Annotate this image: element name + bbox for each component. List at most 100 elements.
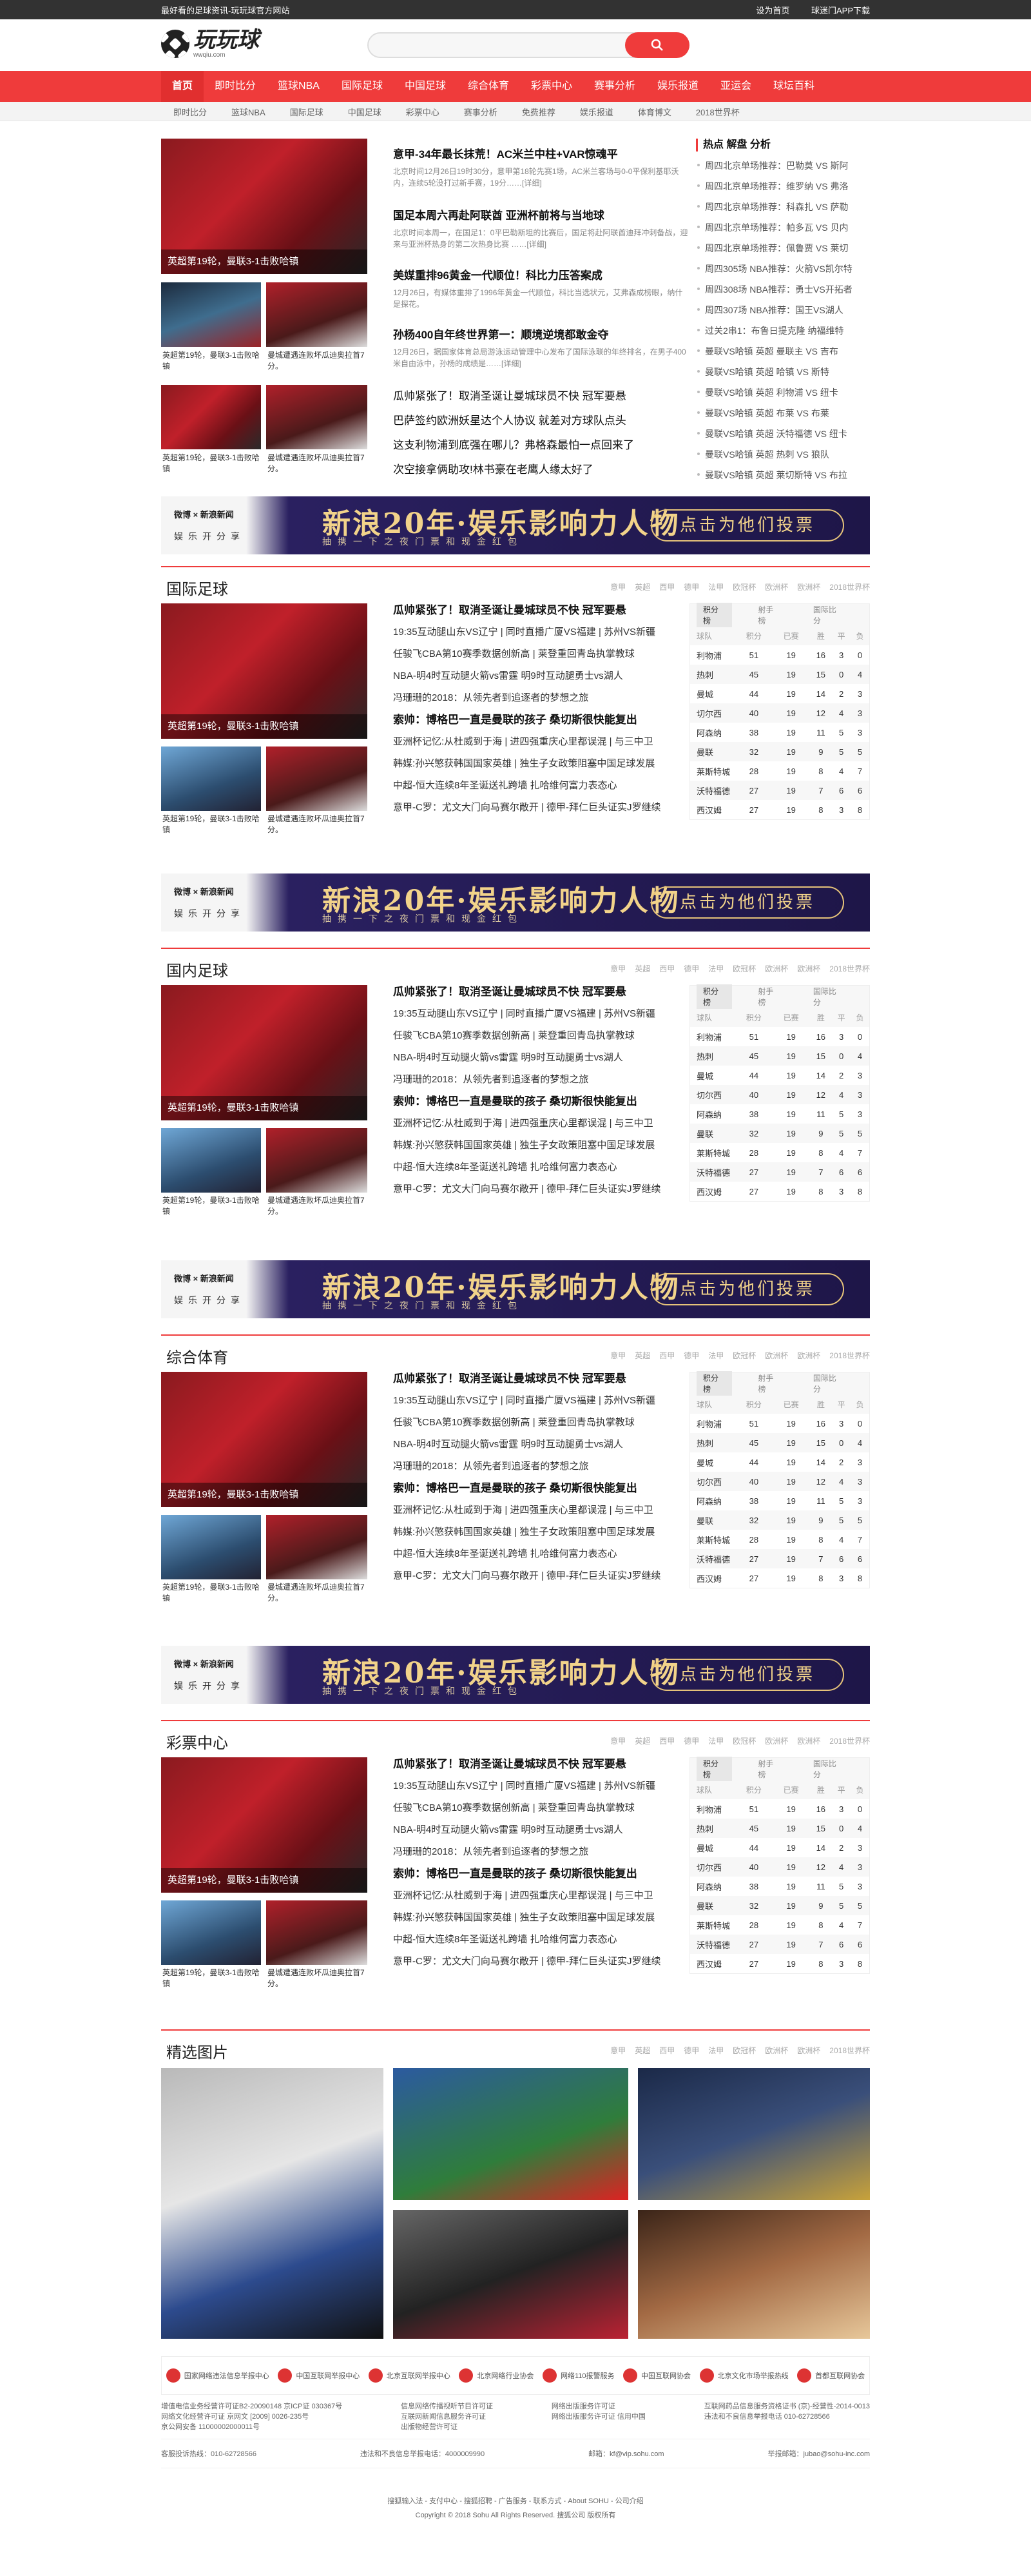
tab-standings[interactable]: 积分榜 bbox=[697, 603, 733, 627]
section-tag-link[interactable]: 欧洲杯 bbox=[797, 583, 820, 592]
section-main-photo[interactable]: 英超第19轮，曼联3-1击败哈镇 bbox=[161, 603, 367, 739]
news-link[interactable]: 任骏飞CBA第10赛季数据创新高 | 莱登重回青岛执掌教球 bbox=[393, 1797, 689, 1819]
section-tag-link[interactable]: 2018世界杯 bbox=[829, 583, 870, 592]
thumb-photo[interactable] bbox=[161, 282, 261, 347]
section-tag-link[interactable]: 西甲 bbox=[659, 2046, 675, 2055]
thumb-photo[interactable] bbox=[161, 1515, 261, 1579]
thumb-photo[interactable] bbox=[161, 1900, 261, 1965]
news-link[interactable]: 任骏飞CBA第10赛季数据创新高 | 莱登重回青岛执掌教球 bbox=[393, 1025, 689, 1047]
hot-list-item[interactable]: 周四北京单场推荐：帕多瓦 VS 贝内 bbox=[696, 221, 870, 234]
promo-banner[interactable]: 微博 × 新浪新闻 娱乐开分享 新浪20年·娱乐影响力人物 抽携一下之夜门票和现金红包… bbox=[161, 496, 870, 554]
table-row[interactable]: 莱斯特城 28 19 8 4 7 bbox=[690, 1143, 869, 1162]
section-main-photo[interactable]: 英超第19轮，曼联3-1击败哈镇 bbox=[161, 1372, 367, 1507]
gallery-photo[interactable] bbox=[638, 2068, 870, 2200]
nav-item[interactable]: 娱乐报道 bbox=[646, 71, 709, 102]
tab-scores[interactable]: 国际比分 bbox=[807, 1757, 850, 1781]
footer-logo[interactable]: 中国互联网协会 bbox=[623, 2368, 691, 2383]
app-download-link[interactable]: 球迷门APP下载 bbox=[811, 6, 870, 15]
news-link[interactable]: 韩媒:孙兴慜获韩国国家英雄 | 独生子女政策阻塞中国足球发展 bbox=[393, 1135, 689, 1156]
thumb-photo[interactable] bbox=[266, 282, 367, 347]
tab-scorers[interactable]: 射手榜 bbox=[751, 984, 787, 1009]
site-logo[interactable]: 玩玩球 wwqiu.com bbox=[161, 28, 259, 59]
news-link[interactable]: 意甲-C罗：尤文大门向马赛尔敞开 | 德甲-拜仁巨头证实J罗继续 bbox=[393, 1565, 689, 1587]
hot-list-item[interactable]: 曼联VS哈镇 英超 利物浦 VS 纽卡 bbox=[696, 386, 870, 399]
news-link[interactable]: 冯珊珊的2018：从领先者到追逐者的梦想之旅 bbox=[393, 1456, 689, 1478]
footer-logo[interactable]: 北京网络行业协会 bbox=[459, 2368, 534, 2383]
nav-item[interactable]: 球坛百科 bbox=[762, 71, 825, 102]
news-link[interactable]: 冯珊珊的2018：从领先者到追逐者的梦想之旅 bbox=[393, 1841, 689, 1863]
section-tag-link[interactable]: 德甲 bbox=[684, 964, 699, 973]
news-link[interactable]: 索帅：博格巴一直是曼联的孩子 桑切斯很快能复出 bbox=[393, 1863, 689, 1885]
tab-scorers[interactable]: 射手榜 bbox=[751, 603, 787, 627]
news-link[interactable]: 冯珊珊的2018：从领先者到追逐者的梦想之旅 bbox=[393, 1069, 689, 1091]
section-tag-link[interactable]: 意甲 bbox=[610, 964, 626, 973]
hot-list-item[interactable]: 曼联VS哈镇 英超 哈镇 VS 斯特 bbox=[696, 366, 870, 378]
news-link[interactable]: 索帅：博格巴一直是曼联的孩子 桑切斯很快能复出 bbox=[393, 1478, 689, 1499]
headline-3[interactable]: 美媒重排96黄金一代顺位！科比力压答案成 bbox=[393, 266, 602, 282]
table-row[interactable]: 切尔西 40 19 12 4 3 bbox=[690, 1857, 869, 1877]
promo-banner[interactable]: 微博 × 新浪新闻 娱乐开分享 新浪20年·娱乐影响力人物 抽携一下之夜门票和现金红包… bbox=[161, 1260, 870, 1318]
section-tag-link[interactable]: 英超 bbox=[635, 1351, 650, 1360]
table-row[interactable]: 西汉姆 27 19 8 3 8 bbox=[690, 1568, 869, 1588]
section-main-photo[interactable]: 英超第19轮，曼联3-1击败哈镇 bbox=[161, 985, 367, 1120]
section-tag-link[interactable]: 英超 bbox=[635, 583, 650, 592]
table-row[interactable]: 切尔西 40 19 12 4 3 bbox=[690, 1472, 869, 1491]
news-link[interactable]: 瓜帅紧张了！取消圣诞让曼城球员不快 冠军要悬 bbox=[393, 981, 689, 1003]
footer-logo[interactable]: 北京文化市场举报热线 bbox=[699, 2368, 789, 2383]
subnav-item[interactable]: 篮球NBA bbox=[231, 106, 265, 118]
table-row[interactable]: 阿森纳 38 19 11 5 3 bbox=[690, 1491, 869, 1510]
table-row[interactable]: 热刺 45 19 15 0 4 bbox=[690, 1433, 869, 1452]
section-tag-link[interactable]: 德甲 bbox=[684, 2046, 699, 2055]
vote-button[interactable]: 点击为他们投票 bbox=[651, 1273, 844, 1305]
hot-list-item[interactable]: 曼联VS哈镇 英超 沃特福德 VS 纽卡 bbox=[696, 427, 870, 440]
vote-button[interactable]: 点击为他们投票 bbox=[651, 886, 844, 919]
subnav-item[interactable]: 娱乐报道 bbox=[580, 106, 613, 118]
subnav-item[interactable]: 彩票中心 bbox=[406, 106, 439, 118]
section-tag-link[interactable]: 2018世界杯 bbox=[829, 1351, 870, 1360]
subnav-item[interactable]: 即时比分 bbox=[173, 106, 207, 118]
news-link[interactable]: 意甲-C罗：尤文大门向马赛尔敞开 | 德甲-拜仁巨头证实J罗继续 bbox=[393, 1951, 689, 1973]
hot-list-item[interactable]: 周四北京单场推荐：佩鲁贾 VS 莱切 bbox=[696, 242, 870, 255]
news-link[interactable]: NBA-明4时互动腿火箭vs雷霆 明9时互动腿勇士vs湖人 bbox=[393, 1047, 689, 1069]
section-tag-link[interactable]: 法甲 bbox=[708, 964, 724, 973]
subnav-item[interactable]: 中国足球 bbox=[348, 106, 381, 118]
search-input[interactable] bbox=[369, 34, 613, 57]
section-tag-link[interactable]: 英超 bbox=[635, 964, 650, 973]
section-tag-link[interactable]: 法甲 bbox=[708, 1351, 724, 1360]
section-tag-link[interactable]: 德甲 bbox=[684, 1737, 699, 1746]
thumb-photo[interactable] bbox=[266, 1515, 367, 1579]
table-row[interactable]: 莱斯特城 28 19 8 4 7 bbox=[690, 1915, 869, 1935]
tab-scorers[interactable]: 射手榜 bbox=[751, 1371, 787, 1396]
table-row[interactable]: 曼城 44 19 14 2 3 bbox=[690, 684, 869, 703]
news-link[interactable]: NBA-明4时互动腿火箭vs雷霆 明9时互动腿勇士vs湖人 bbox=[393, 665, 689, 687]
headline-1[interactable]: 意甲-34年最长抹荒！AC米兰中柱+VAR惊魂平 bbox=[393, 145, 618, 161]
subnav-item[interactable]: 赛事分析 bbox=[464, 106, 497, 118]
nav-item[interactable]: 彩票中心 bbox=[520, 71, 583, 102]
headline-2[interactable]: 国足本周六再赴阿联酋 亚洲杯前将与当地球 bbox=[393, 206, 604, 222]
news-link[interactable]: 任骏飞CBA第10赛季数据创新高 | 莱登重回青岛执掌教球 bbox=[393, 643, 689, 665]
headline-4[interactable]: 孙杨400自年终世界第一：顺境逆境都敢金夺 bbox=[393, 326, 608, 342]
section-tag-link[interactable]: 西甲 bbox=[659, 1351, 675, 1360]
news-link[interactable]: 亚洲杯记忆:从杜威到于海 | 进四强重庆心里都误混 | 与三中卫 bbox=[393, 731, 689, 753]
section-tag-link[interactable]: 欧洲杯 bbox=[765, 2046, 788, 2055]
table-row[interactable]: 切尔西 40 19 12 4 3 bbox=[690, 1085, 869, 1104]
main-photo[interactable]: 英超第19轮，曼联3-1击败哈镇 bbox=[161, 139, 367, 274]
service-mail[interactable]: 邮箱：kf@vip.sohu.com bbox=[588, 2448, 664, 2459]
news-link[interactable]: 瓜帅紧张了！取消圣诞让曼城球员不快 冠军要悬 bbox=[393, 387, 626, 403]
section-tag-link[interactable]: 意甲 bbox=[610, 2046, 626, 2055]
news-link[interactable]: 任骏飞CBA第10赛季数据创新高 | 莱登重回青岛执掌教球 bbox=[393, 1412, 689, 1434]
section-tag-link[interactable]: 欧冠杯 bbox=[733, 1737, 756, 1746]
nav-item[interactable]: 首页 bbox=[161, 71, 204, 102]
table-row[interactable]: 阿森纳 38 19 11 5 3 bbox=[690, 1104, 869, 1124]
news-link[interactable]: 中超-恒大连续8年圣诞送礼跨墙 扎哈维何富力表态心 bbox=[393, 775, 689, 797]
hot-list-item[interactable]: 曼联VS哈镇 英超 布莱 VS 布莱 bbox=[696, 407, 870, 420]
gallery-photo[interactable] bbox=[393, 2210, 628, 2339]
news-link[interactable]: 意甲-C罗：尤文大门向马赛尔敞开 | 德甲-拜仁巨头证实J罗继续 bbox=[393, 1178, 689, 1200]
subnav-item[interactable]: 2018世界杯 bbox=[696, 106, 740, 118]
news-link[interactable]: 冯珊珊的2018：从领先者到追逐者的梦想之旅 bbox=[393, 687, 689, 709]
footer-logo[interactable]: 中国互联网举报中心 bbox=[278, 2368, 360, 2383]
news-link[interactable]: NBA-明4时互动腿火箭vs雷霆 明9时互动腿勇士vs湖人 bbox=[393, 1434, 689, 1456]
section-tag-link[interactable]: 欧洲杯 bbox=[765, 1737, 788, 1746]
section-tag-link[interactable]: 欧冠杯 bbox=[733, 583, 756, 592]
table-row[interactable]: 西汉姆 27 19 8 3 8 bbox=[690, 1182, 869, 1201]
